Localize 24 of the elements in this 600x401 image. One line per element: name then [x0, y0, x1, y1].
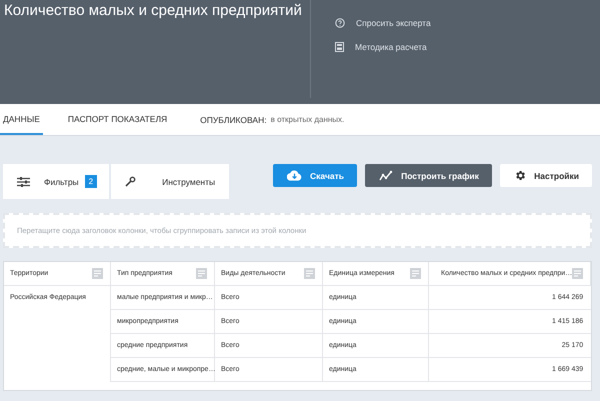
- panel-tab[interactable]: Инструменты: [111, 164, 230, 199]
- tab[interactable]: ПАСПОРТ ПОКАЗАТЕЛЯ: [64, 104, 170, 135]
- column-menu-icon[interactable]: [196, 268, 207, 279]
- column-menu-icon[interactable]: [410, 268, 421, 279]
- settings-button[interactable]: Настройки: [500, 164, 592, 187]
- help-icon: [335, 18, 345, 28]
- download-button[interactable]: Скачать: [273, 164, 357, 187]
- published-label: ОПУБЛИКОВАН:: [200, 114, 267, 124]
- page-title: Количество малых и средних предприятий: [4, 1, 302, 21]
- sidebar-link[interactable]: Спросить эксперта: [356, 18, 431, 28]
- settings-icon: [514, 169, 526, 182]
- count-badge: 2: [84, 175, 98, 188]
- column-menu-icon[interactable]: [572, 268, 584, 279]
- line-chart-icon: [379, 170, 394, 181]
- column-menu-icon[interactable]: [92, 268, 103, 279]
- tab[interactable]: ДАННЫЕ: [0, 104, 43, 135]
- cloud-download-icon: [287, 170, 302, 181]
- sidebar-link[interactable]: Методика расчета: [355, 42, 427, 52]
- calculator-icon: [335, 42, 344, 52]
- published-value: в открытых данных.: [270, 115, 344, 124]
- sliders-icon: [17, 176, 30, 186]
- column-menu-icon[interactable]: [304, 268, 315, 279]
- panel-tab[interactable]: Фильтры 2: [3, 164, 110, 199]
- chart-button[interactable]: Построить график: [365, 164, 492, 187]
